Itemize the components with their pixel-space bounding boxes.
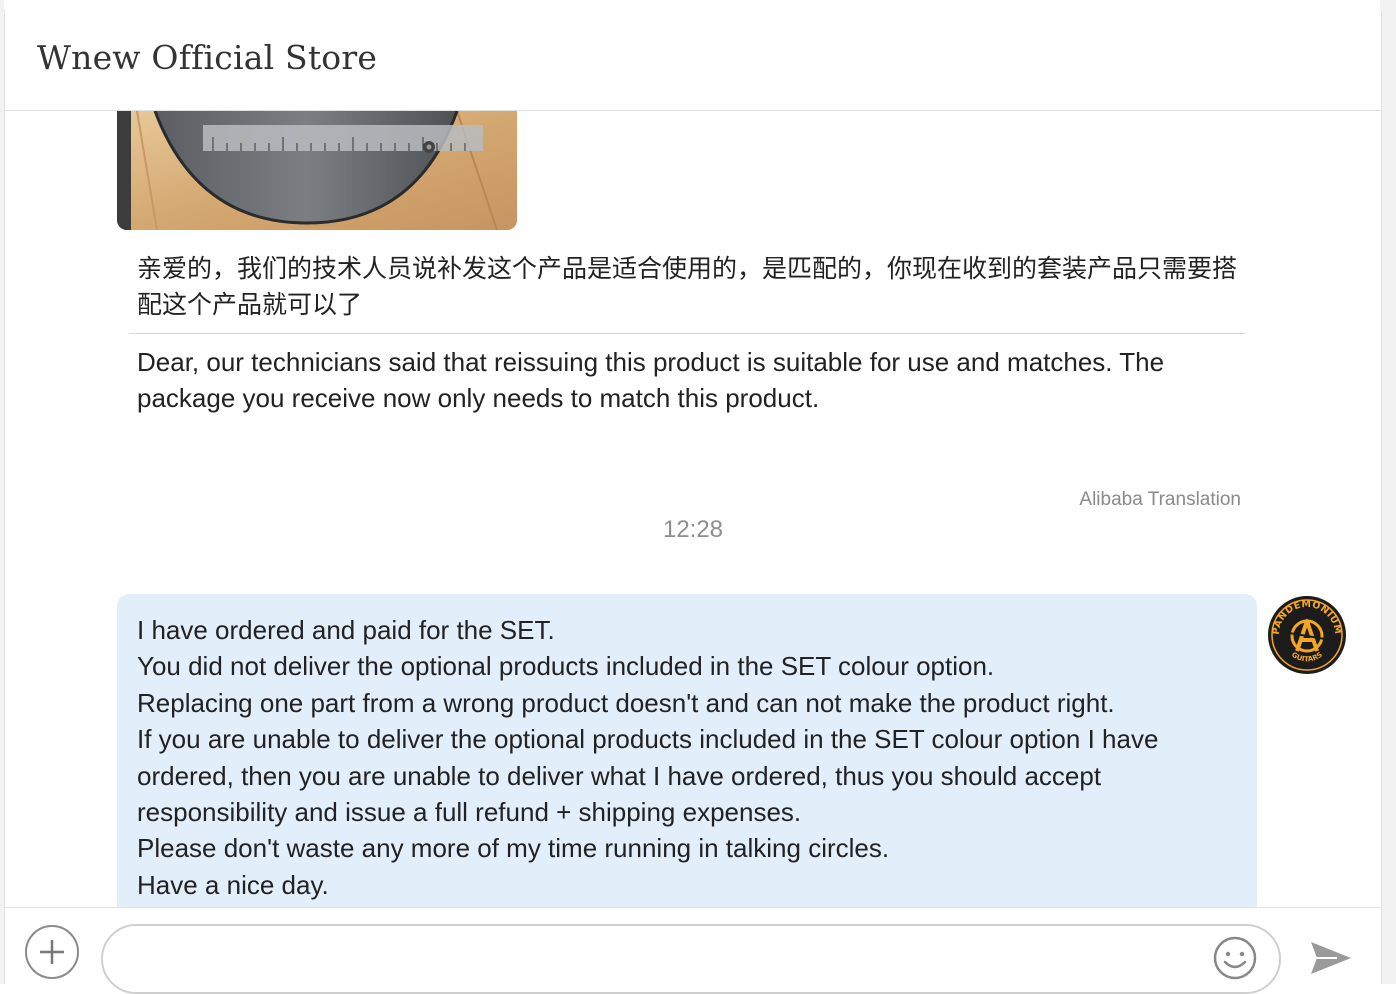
user-message-line: Have a nice day. bbox=[137, 869, 329, 900]
user-message-line: Please don't waste any more of my time r… bbox=[137, 833, 890, 864]
message-list[interactable]: 亲爱的，我们的技术人员说补发这个产品是适合使用的，是匹配的，你现在收到的套装产品… bbox=[5, 111, 1381, 907]
send-button[interactable] bbox=[1307, 938, 1355, 978]
user-avatar[interactable]: PANDEMONIUM GUITARS bbox=[1267, 595, 1347, 675]
user-message-line: If you are unable to deliver the optiona… bbox=[137, 724, 1159, 828]
add-attachment-button[interactable] bbox=[25, 925, 79, 979]
user-message-line: You did not deliver the optional product… bbox=[137, 651, 995, 682]
send-icon bbox=[1311, 942, 1351, 974]
original-message-text: 亲爱的，我们的技术人员说补发这个产品是适合使用的，是匹配的，你现在收到的套装产品… bbox=[137, 254, 1238, 319]
product-image[interactable] bbox=[117, 111, 517, 230]
smiley-icon bbox=[1213, 936, 1257, 980]
user-message-text: I have ordered and paid for the SET. You… bbox=[137, 612, 1237, 903]
message-composer bbox=[5, 907, 1381, 994]
user-message-bubble: I have ordered and paid for the SET. You… bbox=[117, 594, 1257, 907]
translated-message-text: Dear, our technicians said that reissuin… bbox=[137, 347, 1165, 413]
product-photo bbox=[117, 111, 517, 230]
message-timestamp: 12:28 bbox=[662, 516, 724, 543]
plus-icon bbox=[40, 940, 64, 964]
chat-window: Wnew Official Store 亲爱的，我们的技术人员说补发这个产品是适… bbox=[4, 10, 1382, 994]
user-message-line: I have ordered and paid for the SET. bbox=[137, 615, 555, 645]
translation-credit: Alibaba Translation bbox=[1079, 489, 1241, 510]
chat-header: Wnew Official Store bbox=[5, 10, 1381, 111]
emoji-button[interactable] bbox=[1211, 934, 1259, 982]
background-edge-right bbox=[1380, 0, 1396, 984]
user-message-line: Replacing one part from a wrong product … bbox=[137, 687, 1115, 718]
store-title: Wnew Official Store bbox=[37, 38, 378, 77]
pandemonium-logo: PANDEMONIUM GUITARS bbox=[1268, 596, 1346, 674]
seller-message: 亲爱的，我们的技术人员说补发这个产品是适合使用的，是匹配的，你现在收到的套装产品… bbox=[129, 251, 1245, 510]
